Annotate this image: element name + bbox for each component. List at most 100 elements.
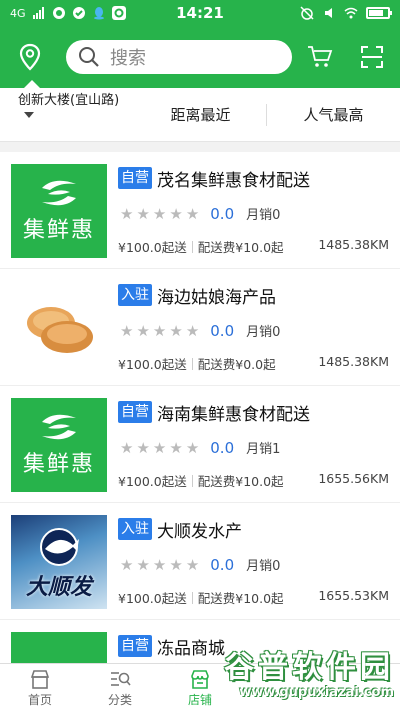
nav-store[interactable]: 店铺 [160,664,240,711]
location-pin-icon [19,43,41,71]
delivery-info: ¥100.0起送 配送费¥0.0起 [118,354,276,373]
store-name: 海边姑娘海产品 [157,288,276,308]
min-order: ¥100.0起送 [118,474,187,489]
monthly-sales: 月销0 [246,208,281,223]
star-icon: ★ [185,204,200,223]
header: 搜索 [0,26,400,88]
search-input[interactable]: 搜索 [66,40,292,74]
star-icon: ★ [169,204,183,223]
distance: 1485.38KM [318,237,389,252]
monthly-sales: 月销1 [246,442,281,457]
star-icon: ★ [152,204,167,223]
star-icon: ★ [185,555,200,574]
nav-label: 店铺 [187,692,212,707]
settled-badge: 入驻 [118,518,152,540]
store-name: 大顺发水产 [157,522,242,542]
category-icon [111,671,131,686]
star-icon: ★ [185,438,200,457]
leaf-logo-icon [42,180,76,206]
dashunfa-logo: 大顺发 [11,515,107,609]
location-pointer [24,80,40,88]
search-placeholder: 搜索 [110,48,146,69]
location-label: 创新大楼(宜山路) [18,92,120,108]
bottom-nav: 首页 分类 店铺 [0,663,400,711]
location-dropdown[interactable]: 创新大楼(宜山路) [0,89,135,123]
star-icon: ★ [169,555,183,574]
battery-icon [366,7,392,19]
fish-logo-icon [40,528,79,566]
rating-row: ★ ★ ★ ★ ★ 0.0 月销0 [120,321,281,341]
store-item[interactable]: 集鲜惠 自营 茂名集鲜惠食材配送 ★ ★ ★ ★ ★ 0.0 月销0 ¥100.0起送配… [0,152,400,269]
filter-bar: 创新大楼(宜山路) 距离最近 人气最高 [0,88,400,142]
settled-badge: 入驻 [118,284,152,306]
star-icon: ★ [136,204,150,223]
sort-popular-tab[interactable]: 人气最高 [267,104,400,125]
delivery-info: ¥100.0起送 配送费¥10.0起 [118,471,284,490]
search-icon [79,47,99,67]
status-bar: 4G 14:21 [0,0,400,26]
location-button[interactable] [10,37,50,77]
delivery-fee: 配送费¥10.0起 [197,240,284,255]
status-time: 14:21 [176,4,224,22]
delivery-fee: 配送费¥10.0起 [197,474,284,489]
self-operated-badge: 自营 [118,167,152,189]
cart-icon [308,46,333,67]
distance: 1485.38KM [318,354,389,369]
delivery-fee: 配送费¥0.0起 [197,357,276,372]
star-icon: ★ [120,204,134,223]
store-item[interactable]: 集鲜惠 自营 海南集鲜惠食材配送 ★ ★ ★ ★ ★ 0.0 月销1 ¥100.0起送配… [0,386,400,503]
cart-button[interactable] [302,39,338,75]
monthly-sales: 月销0 [246,325,281,340]
rating-score: 0.0 [210,555,235,574]
scan-icon [361,46,383,68]
star-icon: ★ [136,555,150,574]
rating-row: ★ ★ ★ ★ ★ 0.0 月销0 [120,204,281,224]
min-order: ¥100.0起送 [118,591,187,606]
store-item[interactable]: 大顺发 入驻 大顺发水产 ★ ★ ★ ★ ★ 0.0 月销0 ¥100.0起送 配送费¥1… [0,503,400,620]
store-name: 冻品商城 [157,639,225,659]
logo-text: 集鲜惠 [22,218,95,243]
min-order: ¥100.0起送 [118,240,187,255]
clam-image [27,307,93,353]
nav-category[interactable]: 分类 [80,664,160,711]
rating-score: 0.0 [210,321,235,340]
sort-nearest-tab[interactable]: 距离最近 [135,104,266,125]
logo-text: 集鲜惠 [22,452,95,477]
star-icon: ★ [169,438,183,457]
star-icon: ★ [136,438,150,457]
nav-home[interactable]: 首页 [0,664,80,711]
delivery-info: ¥100.0起送 配送费¥10.0起 [118,237,284,256]
rating-row: ★ ★ ★ ★ ★ 0.0 月销1 [120,438,281,458]
shell-photo [11,281,107,375]
logo-text: 大顺发 [25,575,92,600]
delivery-fee: 配送费¥10.0起 [197,591,284,606]
jixianhui-logo: 集鲜惠 [11,164,107,258]
store-item[interactable]: 入驻 海边姑娘海产品 ★ ★ ★ ★ ★ 0.0 月销0 ¥100.0起送 配送费¥0.0… [0,269,400,386]
star-icon: ★ [120,321,134,340]
home-icon [30,669,50,689]
rating-score: 0.0 [210,438,235,457]
store-name: 海南集鲜惠食材配送 [157,405,310,425]
chevron-down-icon [24,112,34,118]
distance: 1655.53KM [318,588,389,603]
rating-score: 0.0 [210,204,235,223]
scan-button[interactable] [354,39,390,75]
star-icon: ★ [169,321,183,340]
nav-label: 分类 [107,692,132,707]
star-icon: ★ [120,555,134,574]
star-icon: ★ [152,438,167,457]
store-icon [191,669,209,689]
monthly-sales: 月销0 [246,559,281,574]
leaf-logo-icon [42,414,76,440]
delivery-info: ¥100.0起送 配送费¥10.0起 [118,588,284,607]
star-icon: ★ [185,321,200,340]
min-order: ¥100.0起送 [118,357,187,372]
distance: 1655.56KM [318,471,389,486]
self-operated-badge: 自营 [118,635,152,657]
star-icon: ★ [136,321,150,340]
self-operated-badge: 自营 [118,401,152,423]
nav-label: 首页 [27,692,52,707]
jixianhui-logo: 集鲜惠 [11,398,107,492]
store-list: 集鲜惠 自营 茂名集鲜惠食材配送 ★ ★ ★ ★ ★ 0.0 月销0 ¥100.0起送配… [0,152,400,711]
star-icon: ★ [152,555,167,574]
